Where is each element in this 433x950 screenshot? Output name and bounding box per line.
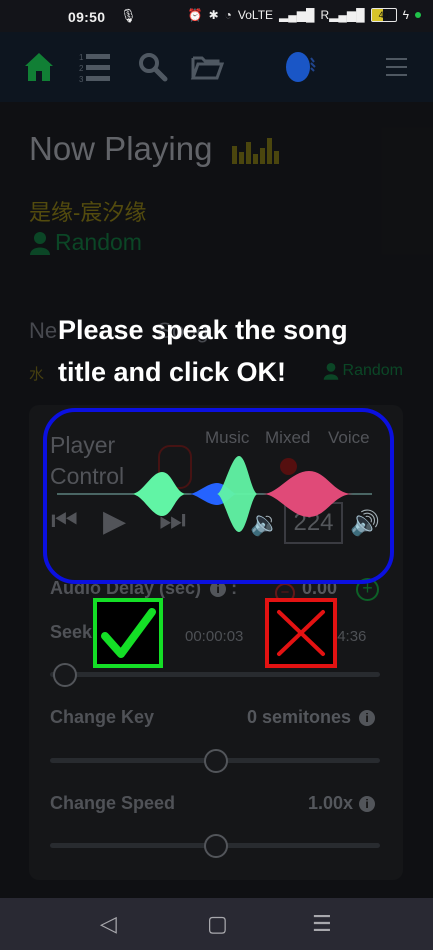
network-label: VoLTE [237,8,274,22]
status-time: 09:50 [68,9,106,25]
recents-icon[interactable]: ☰ [312,911,332,937]
bluetooth-icon: ✱ [208,8,219,22]
speak-prompt: Please speak the song title and click OK… [58,315,348,387]
signal-secondary-icon: R▂▄▆█ [320,8,365,22]
wifi-icon: ◔ [224,8,232,22]
check-icon [101,608,156,658]
voice-waveform-frame [43,408,394,584]
signal-icon: ▂▄▆█ [279,8,315,22]
cancel-button[interactable] [265,598,337,668]
voice-waveform-icon [57,456,372,532]
active-dot [415,12,421,18]
system-navigation-bar: ◁ ▢ ☰ [0,898,433,950]
microphone-status-icon: 🎙 [120,8,137,23]
alarm-icon: ⏰ [187,8,203,22]
close-icon [277,610,325,656]
home-button-icon[interactable]: ▢ [207,911,228,937]
back-icon[interactable]: ◁ [100,911,117,937]
status-bar: 09:50 🎙 ⏰ ✱ ◔ VoLTE ▂▄▆█ R▂▄▆█ 49 ϟ [0,0,433,32]
status-icons: ⏰ ✱ ◔ VoLTE ▂▄▆█ R▂▄▆█ 49 ϟ [188,8,421,22]
charging-icon: ϟ [402,8,409,22]
ok-button[interactable] [93,598,163,668]
battery-indicator: 49 [370,8,397,22]
